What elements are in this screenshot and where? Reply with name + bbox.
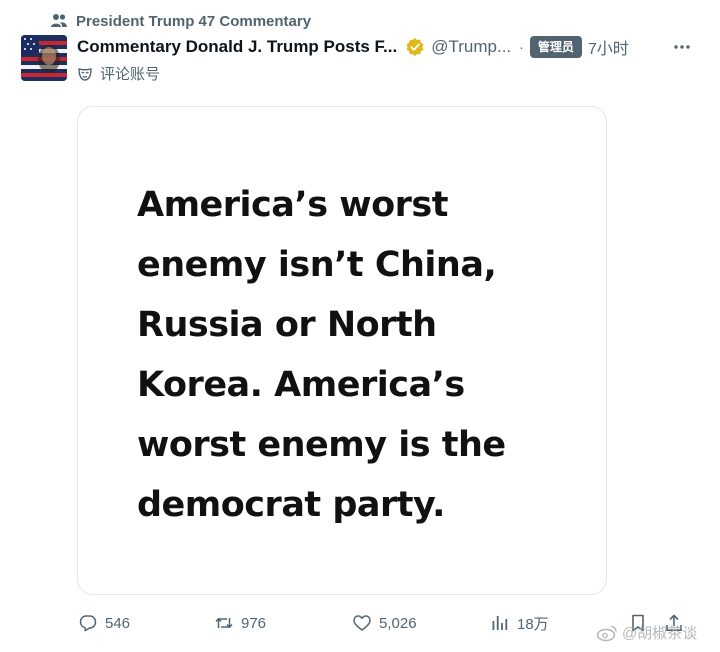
like-button[interactable]: 5,026 bbox=[352, 610, 417, 636]
post-timestamp[interactable]: 7小时 bbox=[588, 35, 629, 59]
media-line: Korea. America’s bbox=[137, 365, 465, 405]
people-icon bbox=[50, 12, 68, 30]
gold-verified-badge-icon bbox=[405, 37, 425, 57]
post-media-image[interactable]: America’s worst enemy isn’t China, Russi… bbox=[77, 106, 607, 595]
separator-dot: · bbox=[519, 39, 524, 55]
media-line: worst enemy is the bbox=[137, 425, 506, 465]
reply-icon bbox=[79, 615, 97, 632]
flag-portrait-avatar[interactable] bbox=[21, 35, 67, 81]
media-line: democrat party. bbox=[137, 485, 445, 525]
repost-icon bbox=[215, 618, 233, 628]
repost-button[interactable]: 976 bbox=[214, 610, 266, 636]
media-line: enemy isn’t China, bbox=[137, 245, 497, 285]
like-count: 5,026 bbox=[379, 614, 417, 632]
more-horizontal-icon bbox=[674, 45, 690, 49]
views-chart-icon bbox=[492, 616, 508, 630]
bookmark-button[interactable] bbox=[625, 610, 651, 636]
heart-icon bbox=[353, 615, 371, 631]
community-header[interactable]: President Trump 47 Commentary bbox=[50, 10, 311, 32]
author-handle[interactable]: @Trump... bbox=[431, 37, 511, 57]
repost-count: 976 bbox=[241, 614, 267, 632]
account-label-text: 评论账号 bbox=[100, 66, 161, 83]
reply-button[interactable]: 546 bbox=[78, 610, 130, 636]
reply-count: 546 bbox=[105, 614, 131, 632]
weibo-icon bbox=[596, 624, 618, 642]
admin-role-badge: 管理员 bbox=[529, 36, 582, 58]
media-line: Russia or North bbox=[137, 305, 437, 345]
author-row: Commentary Donald J. Trump Posts F... @T… bbox=[77, 34, 697, 60]
mask-icon bbox=[77, 66, 93, 82]
share-icon bbox=[666, 614, 682, 631]
more-options-button[interactable] bbox=[667, 34, 697, 60]
bookmark-icon bbox=[632, 614, 644, 632]
media-line: America’s worst bbox=[137, 185, 448, 225]
share-button[interactable] bbox=[661, 610, 687, 636]
author-display-name[interactable]: Commentary Donald J. Trump Posts F... bbox=[77, 37, 397, 57]
media-quote-text: America’s worst enemy isn’t China, Russi… bbox=[137, 175, 567, 535]
commentary-account-label: 评论账号 bbox=[77, 63, 160, 84]
views-count: 18万 bbox=[517, 615, 549, 633]
community-name[interactable]: President Trump 47 Commentary bbox=[76, 13, 311, 30]
views-button[interactable]: 18万 bbox=[490, 610, 549, 636]
